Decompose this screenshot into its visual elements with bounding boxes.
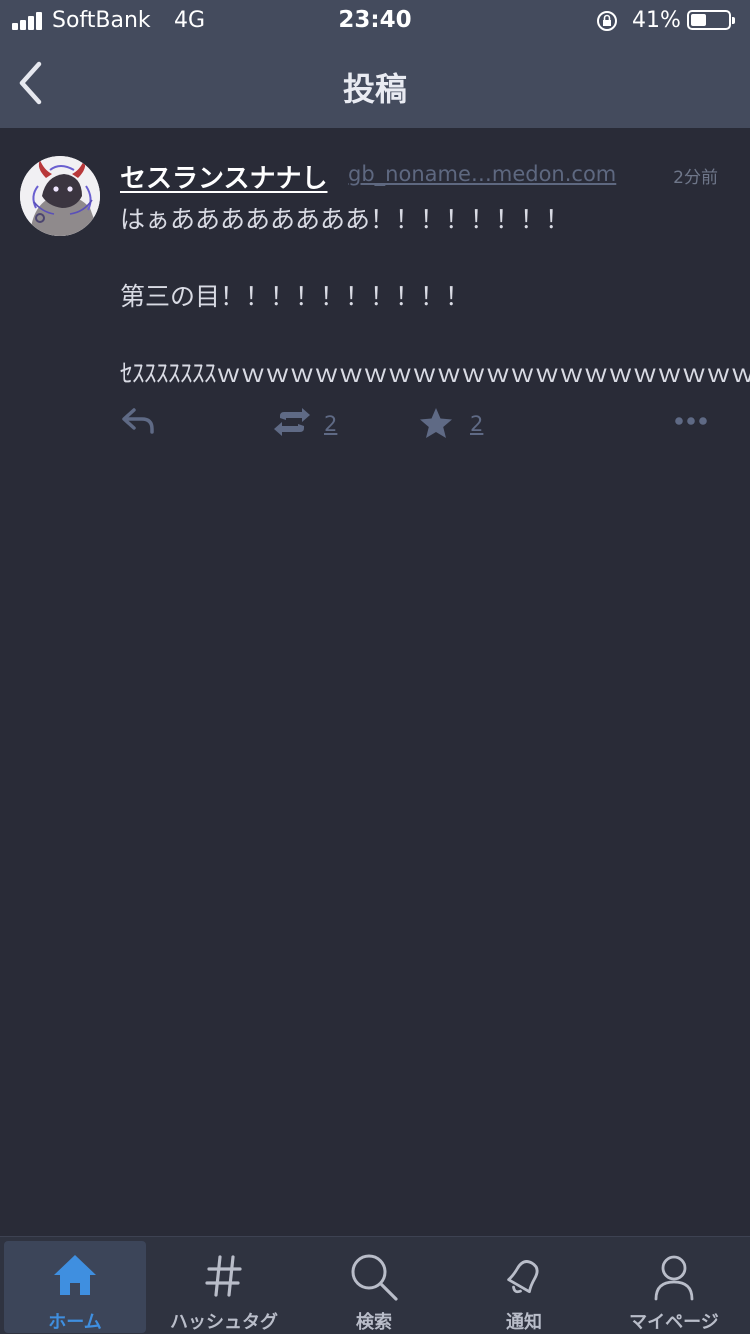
tab-notifications[interactable]: 通知 [453,1241,595,1333]
content-line: はぁああああああああ！！！！！！！！ [120,205,571,234]
tab-home[interactable]: ホーム [4,1241,146,1333]
tab-search[interactable]: 検索 [303,1241,445,1333]
post-timestamp[interactable]: 2分前 [673,163,718,188]
tab-label: ホーム [48,1312,102,1333]
status-bar: SoftBank 4G 23:40 41% [0,0,750,40]
person-icon [654,1255,694,1301]
tab-bar: ホーム ハッシュタグ 検索 通知 マイページ [0,1236,750,1334]
status-post[interactable]: セスランスナナし gb_noname…medon.com 2分前 はぁあああああ… [0,128,750,458]
favourite-button[interactable]: 2 [418,398,498,448]
battery-icon [687,10,735,30]
content-line: 第三の目！！！！！！！！！！ [120,282,471,311]
account-handle[interactable]: gb_noname…medon.com [348,162,616,186]
tab-label: 検索 [356,1312,392,1333]
star-icon [420,408,452,438]
tab-label: マイページ [629,1312,719,1333]
reply-icon [122,408,154,434]
bell-icon [507,1260,539,1294]
tab-label: 通知 [506,1312,542,1333]
hashtag-icon [205,1255,242,1297]
boost-button[interactable]: 2 [272,398,352,448]
tab-mypage[interactable]: マイページ [603,1241,745,1333]
post-actions: 2 2 [0,398,750,448]
avatar-image [20,156,100,236]
content-line: ｾｽｽｽｽｽｽｽｗｗｗｗｗｗｗｗｗｗｗｗｗｗｗｗｗｗｗｗｗｗｗ [120,359,750,388]
avatar[interactable] [20,156,100,236]
display-name[interactable]: セスランスナナし [120,158,327,195]
page-title: 投稿 [342,70,407,108]
top-bar: SoftBank 4G 23:40 41% 投稿 [0,0,750,128]
boost-icon [274,408,310,436]
reply-button[interactable] [120,398,164,448]
home-icon [54,1255,96,1295]
tab-hashtag[interactable]: ハッシュタグ [153,1241,295,1333]
favourite-count: 2 [470,412,484,436]
orientation-lock-icon [597,11,617,31]
battery-percent: 41% [632,8,681,33]
search-icon [351,1254,398,1301]
tab-label: ハッシュタグ [170,1312,278,1333]
more-icon [675,417,707,425]
more-button[interactable] [672,398,716,448]
boost-count: 2 [324,412,338,436]
